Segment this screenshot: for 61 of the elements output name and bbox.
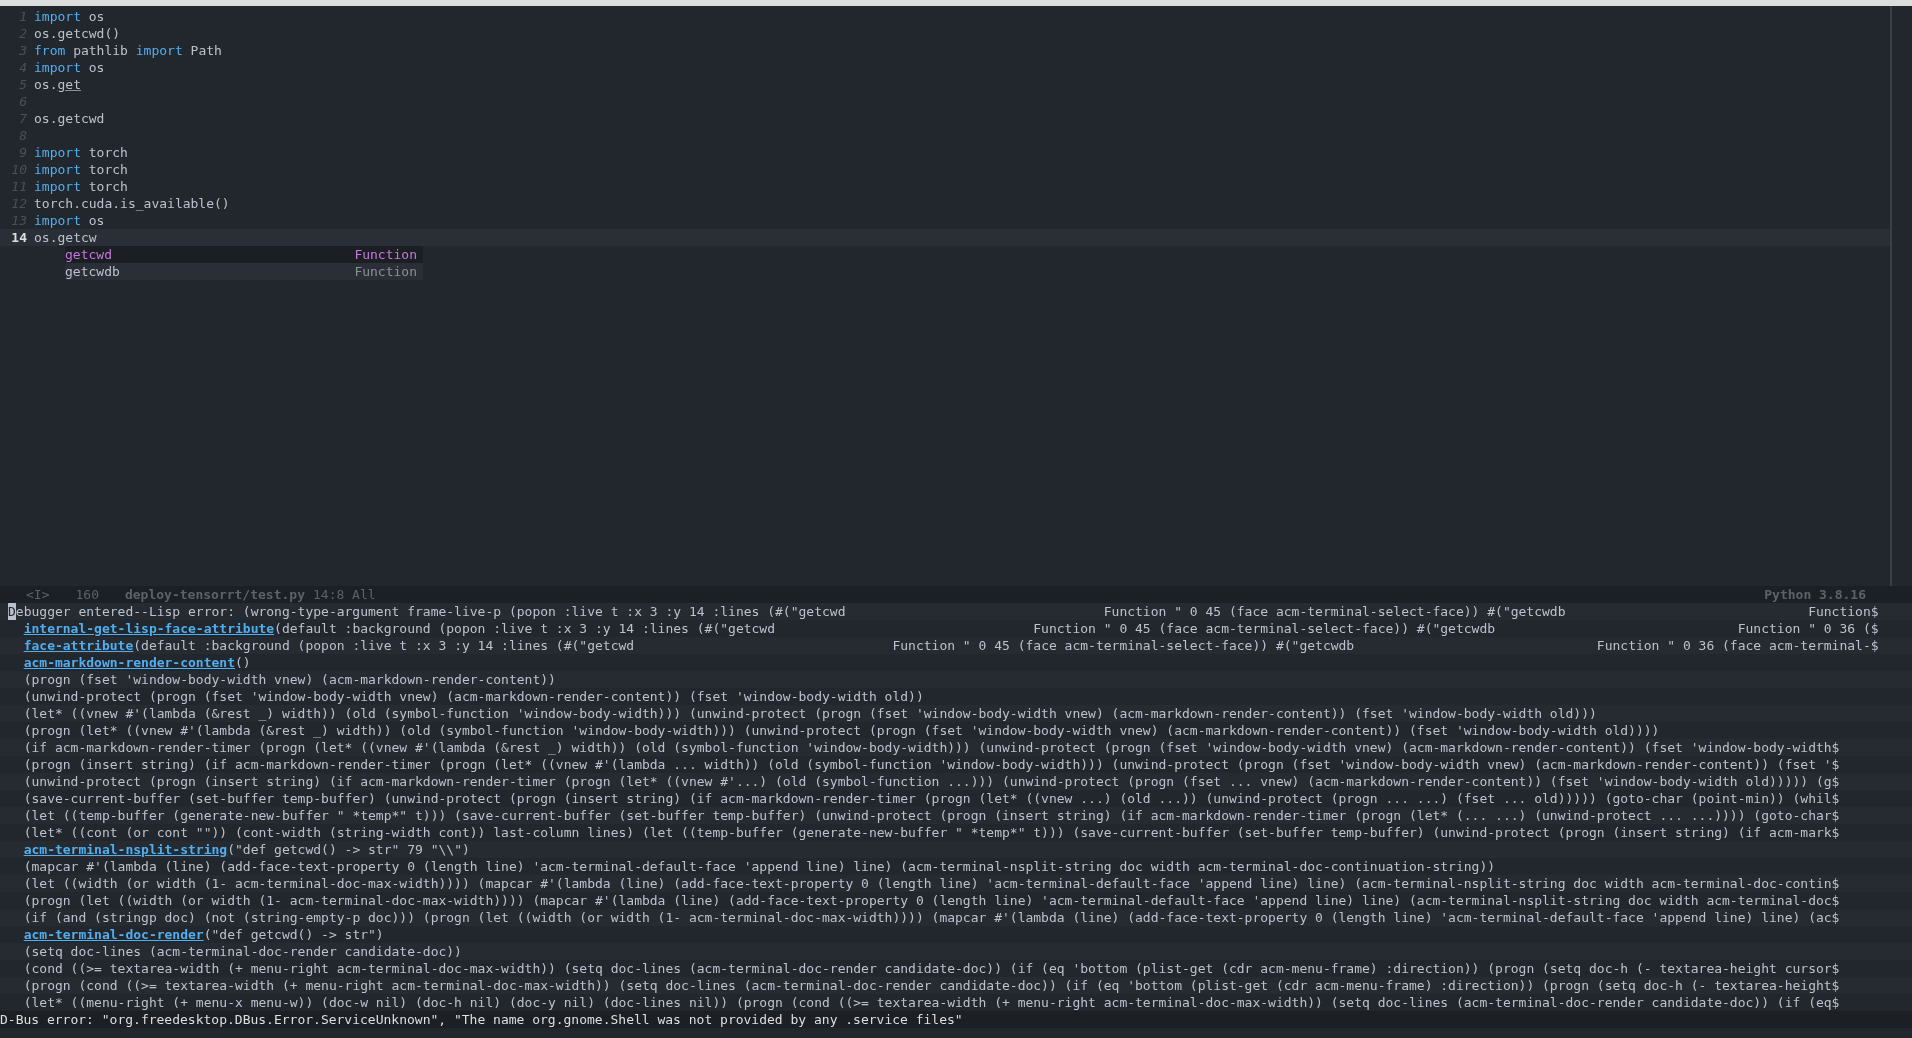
major-mode: Python 3.8.16 (1764, 586, 1866, 603)
code-text: os.getcwd() (34, 26, 121, 41)
backtrace-form: (progn (insert string) (if acm-markdown-render-timer (progn (let* ((vnew #'(lambda ... width)) (old (symbol-function 'window-body-width))) (unwind-protect (progn (fset 'window-body-width vnew) (acm-markdown-render-content)) (fset '$ (23, 756, 1840, 773)
keyword: import (34, 145, 81, 160)
code-text: os. (34, 77, 58, 92)
code-text: os.getcwd (34, 111, 105, 126)
backtrace-args: ("def getcwd() -> str") (203, 926, 384, 943)
function-link[interactable]: face-attribute (23, 637, 134, 654)
backtrace-form: (let* ((vnew #'(lambda (&rest _) width)) (old (symbol-function 'window-body-width))) (unwind-protect (progn (fset 'window-body-width vnew) (acm-markdown-render-content)) (fset 'window-body-width old))) (23, 705, 1597, 722)
backtrace-form: (progn (fset 'window-body-width vnew) (acm-markdown-render-content)) (23, 671, 556, 688)
backtrace-form: (if (and (stringp doc) (not (string-empty-p doc))) (progn (let ((width (or width (1- acm-terminal-doc-max-width)))) (mapcar #'(lambda (line) (add-face-text-property 0 (length line) 'acm-terminal-default-face 'append line) line) (ac$ (23, 909, 1840, 926)
evil-state: <I> (26, 586, 50, 603)
backtrace-form: (if acm-markdown-render-timer (progn (let* ((vnew #'(lambda (&rest _) width)) (old (symbol-function 'window-body-width))) (unwind-protect (progn (fset 'window-body-width vnew) (acm-markdown-render-content)) (fset 'window-body-width$ (23, 739, 1840, 756)
code-text: torch.cuda.is_available() (34, 196, 230, 211)
cursor-position: 14:8 All (313, 586, 376, 603)
code-text: torch (87, 145, 128, 160)
code-text: torch (87, 162, 128, 177)
backtrace-form: (let ((width (or width (1- acm-terminal-doc-max-width)))) (mapcar #'(lambda (line) (add-face-text-property 0 (length line) 'acm-terminal-default-face 'append line) line) (acm-terminal-nsplit-string doc width acm-terminal-doc-contin$ (23, 875, 1840, 892)
buffer-size: 160 (75, 586, 99, 603)
backtrace-form: (cond ((>= textarea-width (+ menu-right acm-terminal-doc-max-width)) (setq doc-lines (acm-terminal-doc-render candidate-doc)) (if (eq 'bottom (plist-get (cdr acm-menu-frame) :direction)) (progn (setq doc-h (- textarea-height cursor$ (23, 960, 1840, 977)
backtrace-form: (let* ((menu-right (+ menu-x menu-w)) (doc-w nil) (doc-h nil) (doc-y nil) (doc-lines nil)) (progn (cond ((>= textarea-width (+ menu-right acm-terminal-doc-max-width)) (setq doc-lines (acm-terminal-doc-render candidate-doc)) (if (eq$ (23, 994, 1840, 1011)
backtrace-form: (let* ((cont (or cont "")) (cont-width (string-width cont)) last-column lines) (let ((temp-buffer (generate-new-buffer " *temp*" t))) (save-current-buffer (set-buffer temp-buffer) (unwind-protect (progn (insert string) (if acm-mark$ (23, 824, 1840, 841)
code-text: os.getcw (34, 230, 97, 245)
file-name: deploy-tensorrt/test.py (124, 586, 305, 603)
backtrace-form: (unwind-protect (progn (fset 'window-body-width vnew) (acm-markdown-render-content)) (fset 'window-body-width old)) (23, 688, 924, 705)
code-text: os (87, 60, 105, 75)
line-number: 14 (10, 229, 28, 246)
backtrace-args: (default :background (popon :live t :x 3 :y 14 :lines (#("getcwd Function " 0 45 (face acm-terminal-select-face)) #("getcwdb Function " 0 36 ($ (274, 620, 1879, 637)
backtrace-form: (let ((temp-buffer (generate-new-buffer " *temp*" t))) (save-current-buffer (set-buffer temp-buffer) (unwind-protect (progn (insert string) (if acm-markdown-render-timer (progn (let* (... ...) (unwind-protect ... ...)))) (goto-char$ (23, 807, 1840, 824)
completion-item[interactable]: getcwd Function (65, 246, 423, 263)
keyword: import (135, 43, 183, 58)
keyword: import (34, 9, 81, 24)
backtrace-form: (progn (cond ((>= textarea-width (+ menu-right acm-terminal-doc-max-width)) (setq doc-lines (acm-terminal-doc-render candidate-doc)) (if (eq 'bottom (plist-get (cdr acm-menu-frame) :direction)) (progn (setq doc-h (- textarea-height$ (23, 977, 1840, 994)
code-text: os (87, 213, 105, 228)
function-link[interactable]: acm-terminal-nsplit-string (23, 841, 228, 858)
function-link[interactable]: acm-terminal-doc-render (23, 926, 204, 943)
code-text: torch (87, 179, 128, 194)
completion-item[interactable]: getcwdb Function (65, 263, 423, 280)
keyword: import (34, 179, 81, 194)
keyword: import (34, 162, 81, 177)
backtrace-form: (progn (let* ((vnew #'(lambda (&rest _) width)) (old (symbol-function 'window-body-width))) (unwind-protect (progn (fset 'window-body-width vnew) (acm-markdown-render-content)) (fset 'window-body-width old)))) (23, 722, 1660, 739)
function-link[interactable]: internal-get-lisp-face-attribute (23, 620, 275, 637)
code-text: os (87, 9, 105, 24)
backtrace-form: (mapcar #'(lambda (line) (add-face-text-property 0 (length line) 'acm-terminal-default-face 'append line) line) (acm-terminal-nsplit-string doc width acm-terminal-doc-continuation-string)) (23, 858, 1496, 875)
echo-area: D-Bus error: "org.freedesktop.DBus.Error.ServiceUnknown", "The name org.gnome.Shell was not provided by any .service files" (0, 1011, 1912, 1028)
keyword: from (34, 43, 66, 58)
backtrace-form: (setq doc-lines (acm-terminal-doc-render candidate-doc)) (23, 943, 462, 960)
code-text: Path (189, 43, 222, 58)
backtrace-form: (unwind-protect (progn (insert string) (if acm-markdown-render-timer (progn (let* ((vnew #'...) (old (symbol-function ...))) (unwind-protect (progn (fset ... vnew) (acm-markdown-render-content)) (fset 'window-body-width old))))) (g$ (23, 773, 1840, 790)
backtrace-args: () (235, 654, 251, 671)
backtrace-args: (default :background (popon :live t :x 3 :y 14 :lines (#("getcwd Function " 0 45 (face acm-terminal-select-face)) #("getcwdb Function " 0 36 (face acm-terminal-$ (133, 637, 1879, 654)
function-link[interactable]: acm-markdown-render-content (23, 654, 235, 671)
error-message: ebugger entered--Lisp error: (wrong-type-argument frame-live-p (popon :live t :x 3 :y 14 :lines (#("getcwd Function " 0 45 (face acm-terminal-select-face)) #("getcwdb Function$ (15, 603, 1879, 620)
code-text: pathlib (72, 43, 129, 58)
keyword: import (34, 60, 81, 75)
backtrace-form: (progn (let ((width (or width (1- acm-terminal-doc-max-width)))) (mapcar #'(lambda (line) (add-face-text-property 0 (length line) 'acm-terminal-default-face 'append line) line) (acm-terminal-nsplit-string doc width acm-terminal-doc$ (23, 892, 1840, 909)
backtrace-form: (save-current-buffer (set-buffer temp-buffer) (unwind-protect (progn (insert string) (if acm-markdown-render-timer (progn (let* ((vnew ...) (old ...)) (unwind-protect (progn ... ...) (fset ... old))))) (goto-char (point-min)) (whil$ (23, 790, 1840, 807)
code-text: get (57, 77, 81, 92)
backtrace-args: ("def getcwd() -> str" 79 "\\") (227, 841, 470, 858)
keyword: import (34, 213, 81, 228)
cursor: D (8, 603, 16, 620)
